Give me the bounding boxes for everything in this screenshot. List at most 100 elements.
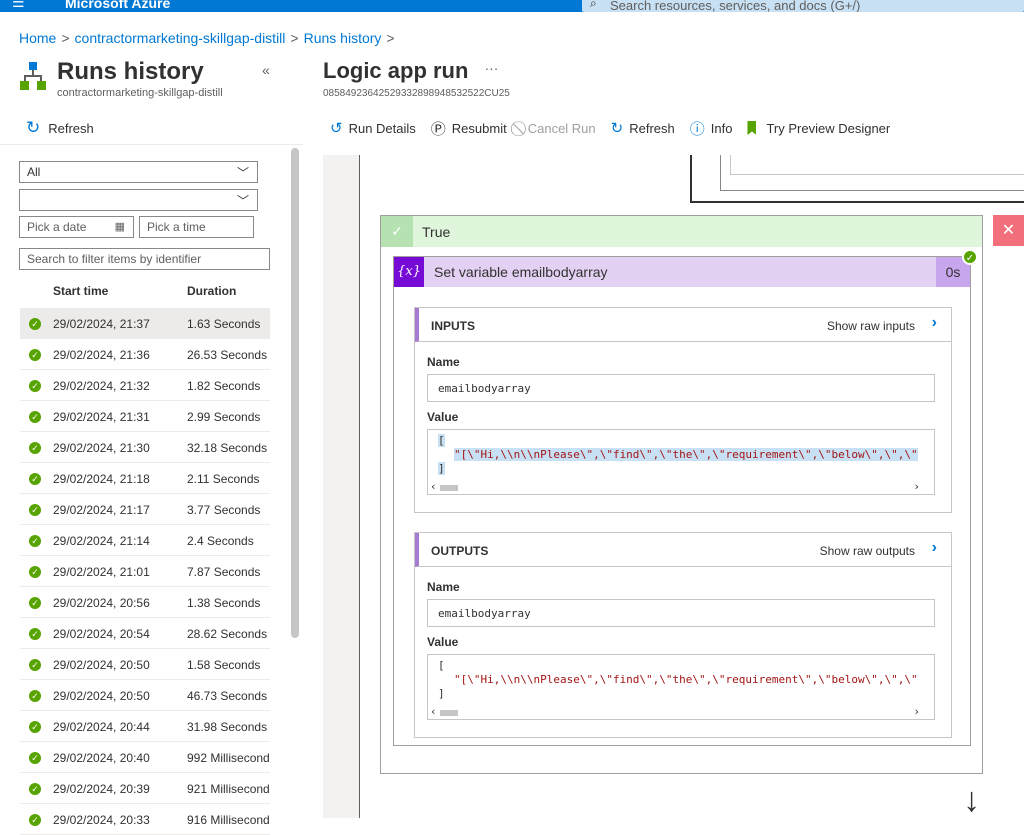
run-row[interactable]: ✓ 29/02/2024, 21:18 2.11 Seconds <box>20 463 270 494</box>
run-row[interactable]: ✓ 29/02/2024, 20:56 1.38 Seconds <box>20 587 270 618</box>
run-row[interactable]: ✓ 29/02/2024, 21:37 1.63 Seconds <box>20 308 270 339</box>
run-row[interactable]: ✓ 29/02/2024, 21:14 2.4 Seconds <box>20 525 270 556</box>
run-row[interactable]: ✓ 29/02/2024, 21:31 2.99 Seconds <box>20 401 270 432</box>
succeeded-icon: ✓ <box>29 504 41 516</box>
false-branch-close-icon[interactable]: ✕ <box>993 215 1024 246</box>
column-start-time[interactable]: Start time <box>53 284 108 298</box>
true-branch: ✓ True {x} Set variable emailbodyarray 0… <box>380 215 983 774</box>
global-search-input[interactable]: ⌕ Search resources, services, and docs (… <box>582 0 1024 12</box>
cancel-run-label: Cancel Run <box>527 120 596 136</box>
scroll-left-icon[interactable]: ‹ <box>430 705 437 718</box>
run-row[interactable]: ✓ 29/02/2024, 21:17 3.77 Seconds <box>20 494 270 525</box>
input-value-box[interactable]: [ "[\"Hi,\\n\\nPlease\",\"find\",\"the\"… <box>427 429 935 495</box>
action-header[interactable]: {x} Set variable emailbodyarray 0s ✓ <box>394 249 978 287</box>
action-title: Set variable emailbodyarray <box>434 264 608 280</box>
more-options-icon[interactable]: ··· <box>484 60 498 76</box>
run-row[interactable]: ✓ 29/02/2024, 20:50 1.58 Seconds <box>20 649 270 680</box>
collapse-panel-button[interactable]: « <box>262 62 270 78</box>
run-row[interactable]: ✓ 29/02/2024, 21:01 7.87 Seconds <box>20 556 270 587</box>
run-row[interactable]: ✓ 29/02/2024, 21:30 32.18 Seconds <box>20 432 270 463</box>
chevron-right-icon[interactable]: › <box>932 539 937 557</box>
output-name-value[interactable]: emailbodyarray <box>427 599 935 627</box>
succeeded-icon: ✓ <box>29 566 41 578</box>
true-branch-label: True <box>422 223 451 240</box>
run-duration: 31.98 Seconds <box>187 720 268 734</box>
scroll-thumb[interactable] <box>440 710 458 716</box>
breadcrumb-runs-history[interactable]: Runs history <box>304 30 382 46</box>
output-value-box[interactable]: [ "[\"Hi,\\n\\nPlease\",\"find\",\"the\"… <box>427 654 935 720</box>
show-raw-outputs-link[interactable]: Show raw outputs <box>820 544 915 558</box>
outputs-header: OUTPUTS Show raw outputs › <box>415 533 951 567</box>
resubmit-button[interactable]: Ⓟ Resubmit <box>431 118 507 139</box>
arrow-down-icon: ↓ <box>963 781 980 819</box>
show-raw-inputs-link[interactable]: Show raw inputs <box>827 319 915 333</box>
run-row[interactable]: ✓ 29/02/2024, 20:54 28.62 Seconds <box>20 618 270 649</box>
breadcrumb-home[interactable]: Home <box>19 30 56 46</box>
logic-app-icon <box>20 62 46 90</box>
upstream-action-frame-inner2 <box>730 155 1024 175</box>
brand-label[interactable]: Microsoft Azure <box>65 0 170 11</box>
breadcrumb-logic-app[interactable]: contractormarketing-skillgap-distill <box>75 30 286 46</box>
run-start-time: 29/02/2024, 20:33 <box>53 813 150 827</box>
run-row[interactable]: ✓ 29/02/2024, 20:40 992 Milliseconds <box>20 742 270 773</box>
info-button[interactable]: ⓘ Info <box>690 118 733 139</box>
run-duration: 26.53 Seconds <box>187 348 268 362</box>
run-row[interactable]: ✓ 29/02/2024, 20:44 31.98 Seconds <box>20 711 270 742</box>
history-icon: ↺ <box>330 120 343 137</box>
run-toolbar: ↺ Run Details Ⓟ Resubmit ⃠ Cancel Run ↻ … <box>330 118 905 138</box>
run-row[interactable]: ✓ 29/02/2024, 21:32 1.82 Seconds <box>20 370 270 401</box>
resubmit-label: Resubmit <box>451 120 507 136</box>
run-duration: 2.4 Seconds <box>187 534 254 548</box>
run-row[interactable]: ✓ 29/02/2024, 20:33 916 Milliseconds <box>20 804 270 835</box>
search-icon: ⌕ <box>590 0 597 10</box>
designer-canvas[interactable]: ✕ ✓ True {x} Set variable emailbodyarray… <box>323 155 1024 819</box>
run-duration: 1.58 Seconds <box>187 658 261 672</box>
horizontal-scrollbar[interactable]: ‹ › <box>428 480 934 494</box>
divider <box>0 144 303 145</box>
scroll-thumb[interactable] <box>440 485 458 491</box>
status-filter-dropdown[interactable]: All ﹀ <box>19 161 258 183</box>
succeeded-icon: ✓ <box>29 380 41 392</box>
run-start-time: 29/02/2024, 20:50 <box>53 689 150 703</box>
run-row[interactable]: ✓ 29/02/2024, 20:39 921 Milliseconds <box>20 773 270 804</box>
refresh-run-label: Refresh <box>629 120 675 136</box>
info-icon: ⓘ <box>689 120 705 138</box>
hamburger-icon[interactable]: ☰ <box>12 0 25 11</box>
run-start-time: 29/02/2024, 21:32 <box>53 379 150 393</box>
column-duration[interactable]: Duration <box>187 284 236 298</box>
run-row[interactable]: ✓ 29/02/2024, 21:36 26.53 Seconds <box>20 339 270 370</box>
horizontal-scrollbar[interactable]: ‹ › <box>428 705 934 719</box>
run-row[interactable]: ✓ 29/02/2024, 20:50 46.73 Seconds <box>20 680 270 711</box>
refresh-run-button[interactable]: ↻ Refresh <box>611 119 675 137</box>
refresh-icon: ↻ <box>610 120 624 137</box>
run-start-time: 29/02/2024, 21:36 <box>53 348 150 362</box>
scroll-right-icon[interactable]: › <box>913 480 920 493</box>
left-panel-scrollbar[interactable] <box>291 148 299 638</box>
identifier-search-input[interactable]: Search to filter items by identifier <box>19 248 270 270</box>
set-variable-action: {x} Set variable emailbodyarray 0s ✓ INP… <box>393 249 978 746</box>
refresh-icon: ↻ <box>26 118 41 137</box>
run-start-time: 29/02/2024, 20:40 <box>53 751 150 765</box>
chevron-down-icon: ﹀ <box>236 194 249 208</box>
try-preview-designer-button[interactable]: Try Preview Designer <box>747 121 890 136</box>
cancel-run-button[interactable]: ⃠ Cancel Run <box>522 120 596 137</box>
run-duration: 1.82 Seconds <box>187 379 261 393</box>
secondary-filter-dropdown[interactable]: ﹀ <box>19 189 258 211</box>
checkmark-icon: ✓ <box>381 216 413 247</box>
scroll-left-icon[interactable]: ‹ <box>430 480 437 493</box>
input-name-value[interactable]: emailbodyarray <box>427 374 935 402</box>
chevron-right-icon[interactable]: › <box>932 314 937 332</box>
succeeded-icon: ✓ <box>29 597 41 609</box>
scroll-right-icon[interactable]: › <box>913 705 920 718</box>
succeeded-icon: ✓ <box>29 752 41 764</box>
refresh-button[interactable]: ↻ Refresh <box>26 118 94 138</box>
true-branch-header[interactable]: ✓ True <box>381 216 982 247</box>
breadcrumb: Home > contractormarketing-skillgap-distil… <box>19 30 400 48</box>
refresh-label: Refresh <box>48 120 94 136</box>
run-details-button[interactable]: ↺ Run Details <box>330 119 416 137</box>
run-start-time: 29/02/2024, 21:17 <box>53 503 150 517</box>
date-picker[interactable]: Pick a date ▦ <box>19 216 134 238</box>
code-close-bracket: ] <box>438 462 445 475</box>
time-picker[interactable]: Pick a time <box>139 216 254 238</box>
run-start-time: 29/02/2024, 20:50 <box>53 658 150 672</box>
